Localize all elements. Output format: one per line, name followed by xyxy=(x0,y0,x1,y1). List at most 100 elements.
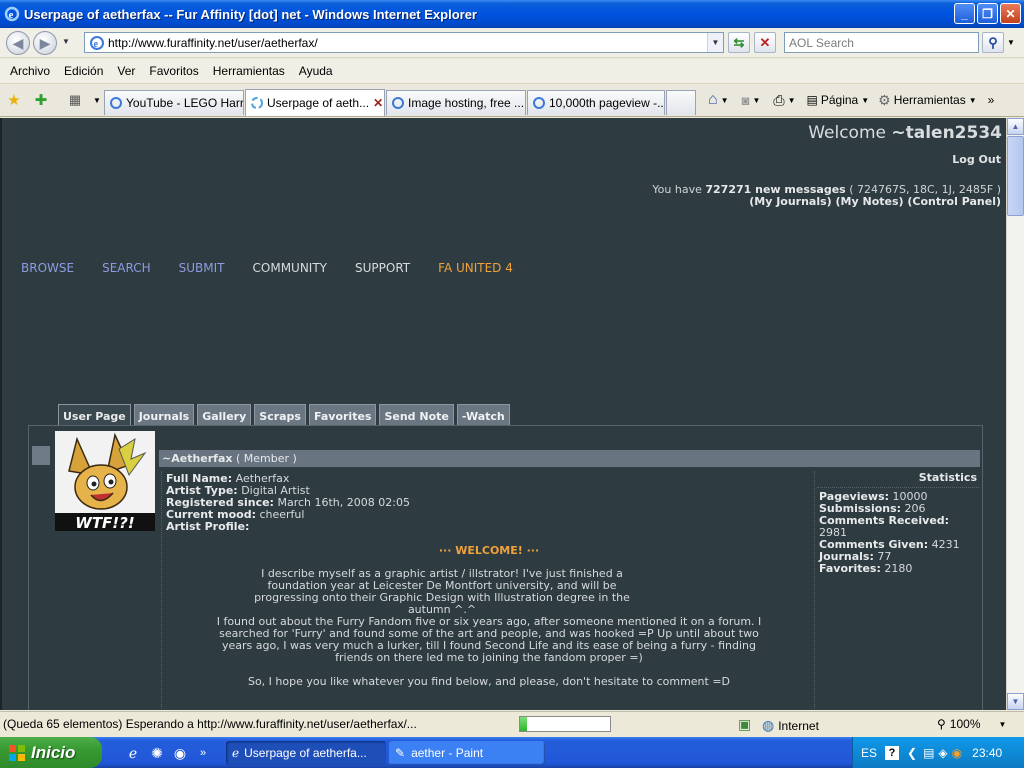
quicklaunch-chrome-icon[interactable]: ◉ xyxy=(171,744,189,762)
tab-image-hosting[interactable]: Image hosting, free ... xyxy=(386,90,526,115)
page-dropdown-icon[interactable]: ▼ xyxy=(861,96,869,105)
new-tab-button[interactable] xyxy=(666,90,696,115)
chrome-tray-icon[interactable]: ◉ xyxy=(952,746,962,760)
address-dropdown-icon[interactable]: ▼ xyxy=(707,33,723,52)
home-dropdown-icon[interactable]: ▼ xyxy=(721,96,729,105)
security-icon[interactable]: ▣ xyxy=(738,716,751,733)
menu-herramientas[interactable]: Herramientas xyxy=(206,64,292,78)
tray-arrow-icon[interactable]: ❮ xyxy=(907,746,917,760)
user-links[interactable]: (My Journals) (My Notes) (Control Panel) xyxy=(652,196,1001,208)
quicklaunch-ie-icon[interactable]: ℯ xyxy=(124,744,142,762)
field-label: Artist Profile: xyxy=(166,520,250,533)
tab-scraps[interactable]: Scraps xyxy=(254,404,306,426)
favorites-star-icon[interactable]: ★ xyxy=(5,91,23,109)
zoom-dropdown-icon[interactable]: ▼ xyxy=(999,720,1007,729)
forward-button[interactable]: ▶ xyxy=(33,31,57,55)
menu-edicion[interactable]: Edición xyxy=(57,64,110,78)
tools-dropdown-icon[interactable]: ▼ xyxy=(969,96,977,105)
nav-support[interactable]: SUPPORT xyxy=(355,261,410,275)
nav-fa-united[interactable]: FA UNITED 4 xyxy=(438,261,513,275)
minimize-button[interactable]: _ xyxy=(954,3,975,24)
globe-icon: ◍ xyxy=(762,717,775,733)
quicklaunch-bug-icon[interactable]: ✺ xyxy=(148,744,166,762)
username-link[interactable]: ~talen2534 xyxy=(891,123,1002,143)
close-button[interactable]: ✕ xyxy=(1000,3,1021,24)
home-icon[interactable]: ⌂ xyxy=(708,91,718,109)
search-options-icon[interactable]: ▼ xyxy=(1007,38,1015,47)
vertical-scrollbar[interactable]: ▲ ▼ xyxy=(1006,118,1024,710)
volume-icon[interactable]: ◈ xyxy=(938,746,947,760)
windows-logo-icon xyxy=(9,744,25,761)
ie-page-icon xyxy=(110,97,122,109)
maximize-button[interactable]: ❐ xyxy=(977,3,998,24)
site-nav: BROWSE SEARCH SUBMIT COMMUNITY SUPPORT F… xyxy=(21,261,541,275)
field-artist-profile: Artist Profile: xyxy=(162,521,814,533)
scroll-up-icon[interactable]: ▲ xyxy=(1007,118,1024,135)
start-button[interactable]: Inicio xyxy=(0,737,102,768)
url-field[interactable]: http://www.furaffinity.net/user/aetherfa… xyxy=(108,36,707,50)
nav-browse[interactable]: BROWSE xyxy=(21,261,74,275)
print-dropdown-icon[interactable]: ▼ xyxy=(788,96,796,105)
network-icon[interactable]: ▤ xyxy=(923,746,934,760)
taskbar-item-ie[interactable]: ℯ Userpage of aetherfa... xyxy=(226,741,386,765)
stop-button[interactable]: ✕ xyxy=(754,32,776,53)
tab-label: Image hosting, free ... xyxy=(408,96,525,110)
tab-user-page[interactable]: User Page xyxy=(58,404,131,426)
zoom-control[interactable]: ⚲ 100% ▼ xyxy=(937,717,1006,731)
nav-search[interactable]: SEARCH xyxy=(102,261,151,275)
address-bar[interactable]: e http://www.furaffinity.net/user/aether… xyxy=(84,32,724,53)
help-icon[interactable]: ? xyxy=(885,745,900,760)
zoom-level: 100% xyxy=(949,717,981,731)
menu-favoritos[interactable]: Favoritos xyxy=(142,64,205,78)
arrow-right-icon: ▶ xyxy=(39,34,51,51)
menu-archivo[interactable]: Archivo xyxy=(3,64,57,78)
language-indicator[interactable]: ES xyxy=(861,746,877,760)
feeds-icon[interactable]: ◙ xyxy=(742,93,750,108)
quick-tabs-icon[interactable]: ▦ xyxy=(66,91,84,109)
nav-submit[interactable]: SUBMIT xyxy=(179,261,225,275)
divider xyxy=(817,487,979,488)
feeds-dropdown-icon[interactable]: ▼ xyxy=(752,96,760,105)
add-favorites-icon[interactable]: ✚ xyxy=(32,91,50,109)
menu-ver[interactable]: Ver xyxy=(110,64,142,78)
taskbar-item-paint[interactable]: ✎ aether - Paint xyxy=(389,741,545,765)
tools-menu-button[interactable]: Herramientas xyxy=(894,93,966,107)
tab-bar: ★ ✚ ▦ ▼ YouTube - LEGO Harr... Userpage … xyxy=(0,85,1024,117)
scroll-thumb[interactable] xyxy=(1007,136,1024,216)
tab-close-icon[interactable]: ✕ xyxy=(373,96,383,110)
tab-favorites[interactable]: Favorites xyxy=(308,404,377,426)
print-icon[interactable]: ⎙ xyxy=(773,92,784,109)
tab-pageview[interactable]: 10,000th pageview -... xyxy=(527,90,665,115)
clock[interactable]: 23:40 xyxy=(972,746,1002,760)
profile-paragraph-3: So, I hope you like whatever you find be… xyxy=(247,675,731,688)
security-zone[interactable]: ◍ Internet xyxy=(762,717,819,734)
welcome-heading: ··· WELCOME! ··· xyxy=(438,544,540,557)
logout-link[interactable]: Log Out xyxy=(952,153,1001,166)
tab-watch[interactable]: -Watch xyxy=(456,404,510,426)
avatar[interactable]: WTF!?! xyxy=(55,431,155,531)
tab-gallery[interactable]: Gallery xyxy=(197,404,252,426)
page-icon: e xyxy=(90,35,104,50)
menu-ayuda[interactable]: Ayuda xyxy=(292,64,340,78)
quicklaunch-more-icon[interactable]: » xyxy=(194,744,212,762)
refresh-button[interactable]: ⇆ xyxy=(728,32,750,53)
more-commands-button[interactable]: » xyxy=(988,93,995,107)
back-button[interactable]: ◀ xyxy=(6,31,30,55)
statistics-box: Statistics Pageviews: 10000 Submissions:… xyxy=(817,471,979,575)
tab-send-note[interactable]: Send Note xyxy=(379,404,454,426)
stat-value: 4231 xyxy=(928,538,960,551)
search-icon: ⚲ xyxy=(988,34,998,50)
window-titlebar[interactable]: e Userpage of aetherfax -- Fur Affinity … xyxy=(0,0,1024,28)
history-dropdown-icon[interactable]: ▼ xyxy=(62,37,70,46)
statistics-heading: Statistics xyxy=(918,471,977,484)
system-tray: ES ? ❮ ▤ ◈ ◉ 23:40 xyxy=(852,737,1024,768)
search-input[interactable]: AOL Search xyxy=(784,32,979,53)
scroll-down-icon[interactable]: ▼ xyxy=(1007,693,1024,710)
start-label: Inicio xyxy=(31,742,76,762)
search-button[interactable]: ⚲ xyxy=(982,32,1004,53)
nav-community[interactable]: COMMUNITY xyxy=(253,261,328,275)
tab-youtube[interactable]: YouTube - LEGO Harr... xyxy=(104,90,244,115)
page-menu-button[interactable]: Página xyxy=(821,93,858,107)
tab-journals[interactable]: Journals xyxy=(133,404,195,426)
tab-userpage[interactable]: Userpage of aeth... ✕ xyxy=(245,89,385,116)
